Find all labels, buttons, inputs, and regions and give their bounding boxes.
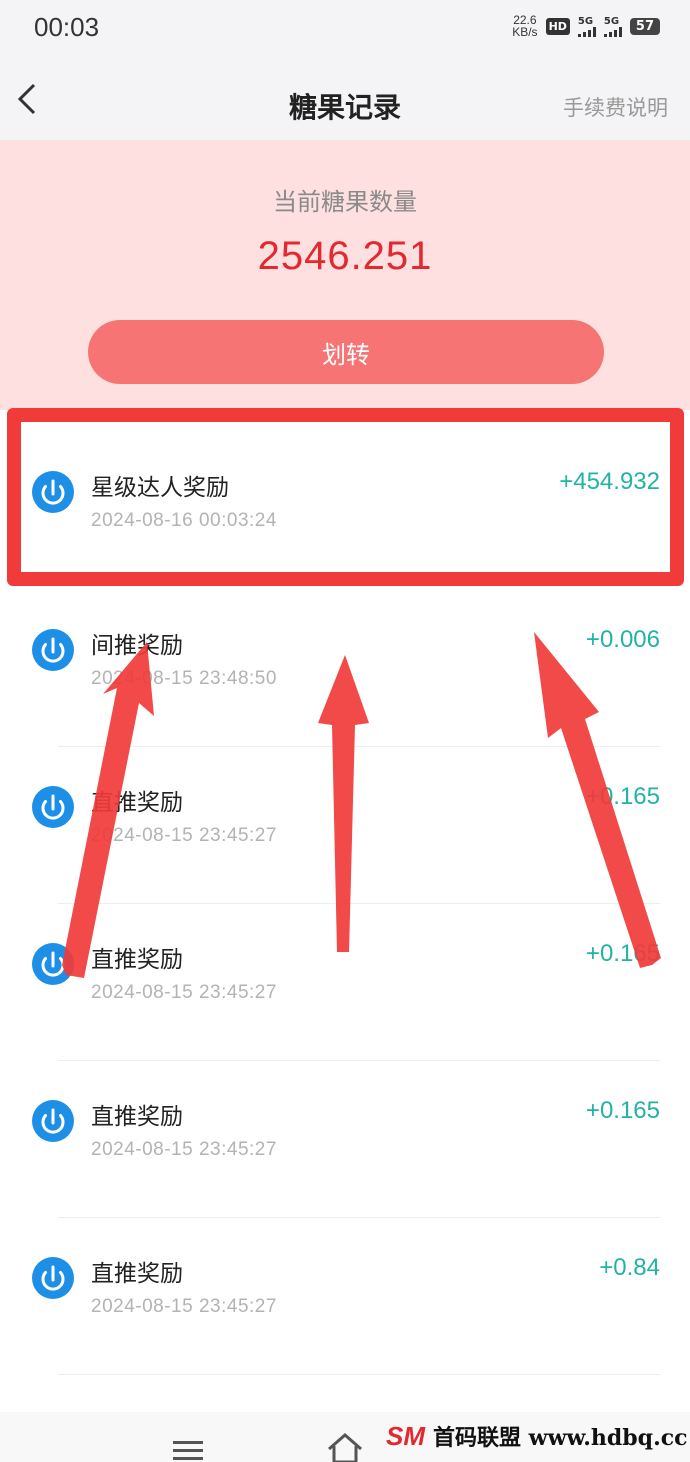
record-item[interactable]: 直推奖励 2024-08-15 23:45:27 +0.165	[0, 747, 690, 904]
record-title: 直推奖励	[91, 947, 183, 973]
record-amount: +0.165	[585, 940, 660, 967]
record-item[interactable]: 间推奖励 2024-08-15 23:48:50 +0.006	[0, 590, 690, 747]
upload-circle-icon	[32, 943, 74, 985]
record-amount: +0.84	[599, 1254, 660, 1281]
signal-icon: 5G	[577, 16, 596, 37]
status-icons: 22.6 KB/s HD 5G 5G 57	[512, 14, 660, 38]
network-speed: 22.6 KB/s	[512, 13, 538, 39]
record-title: 直推奖励	[91, 790, 183, 816]
record-time: 2024-08-15 23:45:27	[91, 1296, 277, 1317]
divider	[58, 1374, 660, 1375]
record-time: 2024-08-15 23:45:27	[91, 1139, 277, 1160]
home-icon[interactable]	[326, 1432, 364, 1462]
watermark: SM 首码联盟 www.hdbq.cc	[386, 1420, 688, 1452]
upload-circle-icon	[32, 1100, 74, 1142]
status-time: 00:03	[34, 12, 100, 42]
record-item[interactable]: 直推奖励 2024-08-15 23:45:27 +0.84	[0, 1218, 690, 1375]
record-title: 直推奖励	[91, 1104, 183, 1130]
menu-icon[interactable]	[172, 1440, 204, 1462]
candy-count-value: 2546.251	[257, 234, 433, 278]
transfer-button[interactable]: 划转	[88, 320, 604, 384]
upload-circle-icon	[32, 471, 74, 513]
battery-icon: 57	[629, 17, 660, 35]
upload-circle-icon	[32, 629, 74, 671]
candy-summary: 当前糖果数量 2546.251 划转	[0, 140, 690, 410]
record-amount: +0.165	[585, 783, 660, 810]
nav-bar: 糖果记录 手续费说明	[0, 56, 690, 140]
record-amount: +454.932	[559, 468, 660, 495]
record-amount: +0.006	[585, 626, 660, 653]
record-item[interactable]: 直推奖励 2024-08-15 23:45:27 +0.165	[0, 904, 690, 1061]
upload-circle-icon	[32, 1257, 74, 1299]
hd-voice-icon: HD	[545, 17, 570, 35]
record-time: 2024-08-15 23:45:27	[91, 825, 277, 846]
status-bar: 00:03 22.6 KB/s HD 5G 5G 57	[0, 0, 690, 56]
record-time: 2024-08-15 23:45:27	[91, 982, 277, 1003]
record-title: 间推奖励	[91, 633, 183, 659]
watermark-text: 首码联盟 www.hdbq.cc	[433, 1425, 688, 1451]
record-item[interactable]: 星级达人奖励 2024-08-16 00:03:24 +454.932	[0, 410, 690, 567]
record-title: 直推奖励	[91, 1261, 183, 1287]
record-time: 2024-08-16 00:03:24	[91, 510, 277, 531]
system-nav-bar: SM 首码联盟 www.hdbq.cc	[0, 1412, 690, 1462]
record-time: 2024-08-15 23:48:50	[91, 668, 277, 689]
watermark-logo: SM	[386, 1420, 425, 1451]
fee-explanation-link[interactable]: 手续费说明	[563, 92, 668, 122]
chevron-left-icon[interactable]	[14, 82, 44, 116]
record-list: 星级达人奖励 2024-08-16 00:03:24 +454.932 间推奖励…	[0, 410, 690, 1412]
record-item[interactable]: 直推奖励 2024-08-15 23:45:27 +0.165	[0, 1061, 690, 1218]
signal-icon-2: 5G	[603, 16, 622, 37]
candy-count-label: 当前糖果数量	[273, 188, 417, 216]
record-title: 星级达人奖励	[91, 475, 229, 501]
upload-circle-icon	[32, 786, 74, 828]
record-amount: +0.165	[585, 1097, 660, 1124]
